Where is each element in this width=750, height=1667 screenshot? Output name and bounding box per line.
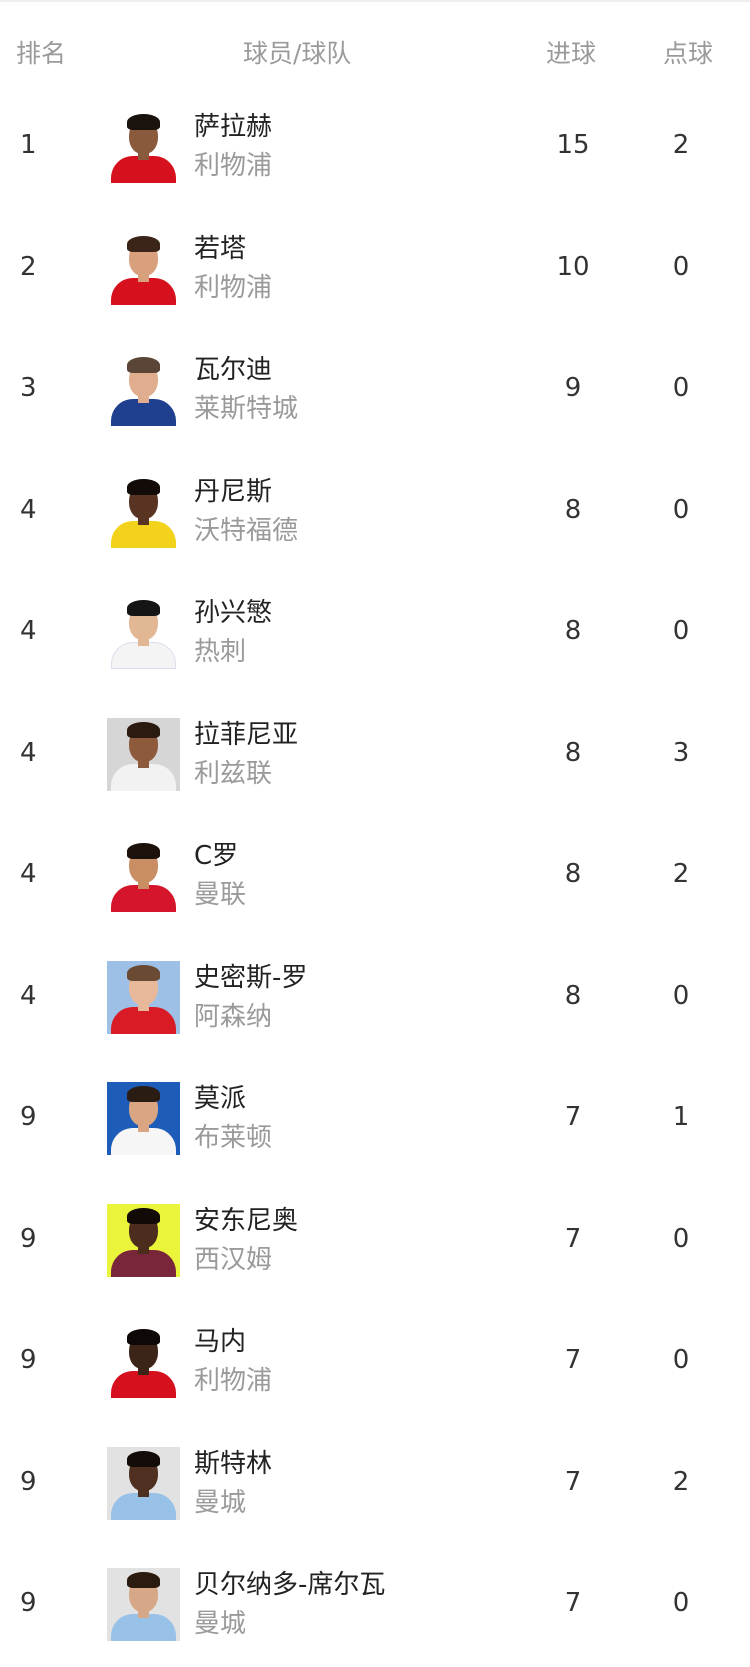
team-name[interactable]: 热刺 — [194, 631, 246, 668]
player-avatar — [107, 1568, 180, 1641]
penalties-count: 2 — [672, 859, 690, 889]
team-name[interactable]: 布莱顿 — [194, 1117, 272, 1154]
player-avatar — [107, 353, 180, 426]
rank-number: 4 — [20, 616, 37, 646]
penalties-count: 0 — [672, 494, 690, 525]
penalties-count: 2 — [672, 130, 690, 160]
rank-number: 9 — [20, 1466, 37, 1497]
penalties-count: 0 — [672, 1588, 690, 1618]
penalties-count: 0 — [672, 1345, 690, 1375]
team-name[interactable]: 曼城 — [194, 1603, 246, 1640]
rank-number: 9 — [20, 1223, 37, 1254]
goals-count: 8 — [564, 859, 582, 889]
penalties-count: 2 — [672, 1466, 690, 1497]
player-avatar — [107, 1082, 180, 1155]
player-avatar — [107, 596, 180, 669]
player-name[interactable]: 丹尼斯 — [194, 471, 272, 508]
penalties-count: 0 — [672, 251, 690, 282]
player-name[interactable]: 萨拉赫 — [194, 106, 272, 143]
goals-count: 10 — [556, 251, 590, 282]
table-row[interactable]: 9 安东尼奥 西汉姆 7 0 — [0, 1180, 750, 1302]
team-name[interactable]: 利物浦 — [194, 1360, 272, 1397]
team-name[interactable]: 利兹联 — [194, 753, 272, 790]
team-name[interactable]: 曼联 — [194, 874, 246, 911]
rank-number: 9 — [20, 1345, 37, 1375]
penalties-count: 3 — [672, 737, 690, 768]
player-name[interactable]: C罗 — [194, 835, 238, 872]
player-name[interactable]: 瓦尔迪 — [194, 349, 272, 386]
table-row[interactable]: 2 若塔 利物浦 10 0 — [0, 208, 750, 330]
player-name[interactable]: 莫派 — [194, 1078, 246, 1115]
goals-count: 7 — [564, 1345, 582, 1375]
goals-count: 7 — [564, 1588, 582, 1618]
team-name[interactable]: 利物浦 — [194, 267, 272, 304]
table-header: 排名 球员/球队 进球 点球 — [0, 0, 750, 96]
table-row[interactable]: 9 贝尔纳多-席尔瓦 曼城 7 0 — [0, 1544, 750, 1666]
team-name[interactable]: 利物浦 — [194, 145, 272, 182]
player-avatar — [107, 474, 180, 548]
table-row[interactable]: 4 C罗 曼联 8 2 — [0, 815, 750, 937]
penalties-count: 0 — [672, 373, 690, 403]
team-name[interactable]: 曼城 — [194, 1482, 246, 1519]
table-row[interactable]: 9 莫派 布莱顿 7 1 — [0, 1058, 750, 1180]
header-rank: 排名 — [16, 39, 67, 68]
penalties-count: 0 — [672, 1223, 690, 1254]
rank-number: 4 — [20, 980, 37, 1011]
header-player-team: 球员/球队 — [243, 39, 352, 68]
player-name[interactable]: 若塔 — [194, 228, 246, 265]
player-name[interactable]: 斯特林 — [194, 1443, 272, 1480]
team-name[interactable]: 莱斯特城 — [194, 388, 298, 425]
player-name[interactable]: 孙兴慜 — [194, 592, 272, 629]
player-name[interactable]: 拉菲尼亚 — [194, 714, 298, 751]
goals-count: 7 — [564, 1102, 582, 1132]
table-row[interactable]: 4 丹尼斯 沃特福德 8 0 — [0, 451, 750, 573]
player-name[interactable]: 贝尔纳多-席尔瓦 — [194, 1564, 385, 1601]
goals-count: 8 — [564, 737, 582, 768]
table-row[interactable]: 4 拉菲尼亚 利兹联 8 3 — [0, 694, 750, 816]
player-name[interactable]: 史密斯-罗 — [194, 957, 307, 994]
penalties-count: 0 — [672, 616, 690, 646]
player-avatar — [107, 960, 180, 1034]
goals-count: 15 — [556, 130, 590, 160]
goals-count: 8 — [564, 494, 582, 525]
rank-number: 9 — [20, 1588, 37, 1618]
goals-count: 8 — [564, 980, 582, 1011]
scorers-list: 1 萨拉赫 利物浦 15 2 2 若塔 利物浦 10 0 3 瓦尔迪 莱斯特城 … — [0, 86, 750, 1666]
rank-number: 4 — [20, 494, 37, 525]
rank-number: 4 — [20, 737, 37, 768]
player-avatar — [107, 839, 180, 912]
rank-number: 2 — [20, 251, 37, 282]
goals-count: 7 — [564, 1466, 582, 1497]
table-row[interactable]: 9 马内 利物浦 7 0 — [0, 1301, 750, 1423]
table-row[interactable]: 4 史密斯-罗 阿森纳 8 0 — [0, 937, 750, 1059]
player-avatar — [107, 1325, 180, 1398]
table-row[interactable]: 4 孙兴慜 热刺 8 0 — [0, 572, 750, 694]
player-avatar — [107, 110, 180, 183]
goals-count: 8 — [564, 616, 582, 646]
player-avatar — [107, 1203, 180, 1277]
goals-count: 9 — [564, 373, 582, 403]
player-avatar — [107, 1446, 180, 1520]
rank-number: 3 — [20, 373, 37, 403]
goals-count: 7 — [564, 1223, 582, 1254]
table-row[interactable]: 9 斯特林 曼城 7 2 — [0, 1423, 750, 1545]
header-penalties: 点球 — [663, 39, 714, 68]
team-name[interactable]: 西汉姆 — [194, 1239, 272, 1276]
player-avatar — [107, 717, 180, 791]
team-name[interactable]: 沃特福德 — [194, 510, 298, 547]
penalties-count: 0 — [672, 980, 690, 1011]
player-name[interactable]: 马内 — [194, 1321, 246, 1358]
rank-number: 1 — [20, 130, 37, 160]
header-goals: 进球 — [546, 39, 597, 68]
table-row[interactable]: 1 萨拉赫 利物浦 15 2 — [0, 86, 750, 208]
penalties-count: 1 — [672, 1102, 690, 1132]
table-row[interactable]: 3 瓦尔迪 莱斯特城 9 0 — [0, 329, 750, 451]
rank-number: 4 — [20, 859, 37, 889]
rank-number: 9 — [20, 1102, 37, 1132]
player-avatar — [107, 231, 180, 305]
player-name[interactable]: 安东尼奥 — [194, 1200, 298, 1237]
team-name[interactable]: 阿森纳 — [194, 996, 272, 1033]
